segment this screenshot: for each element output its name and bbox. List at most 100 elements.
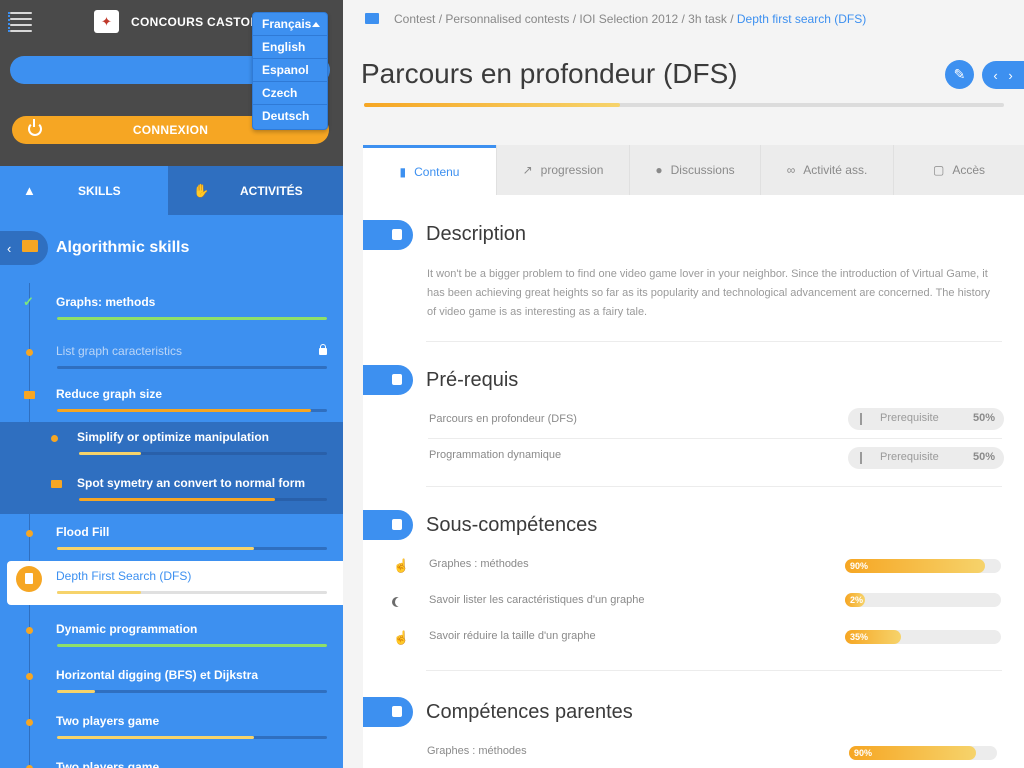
subskill-label[interactable]: Savoir réduire la taille d'un graphe [429,630,596,642]
language-option[interactable]: Espanol [253,59,327,82]
thumbs-up-icon: ☝ [393,630,410,645]
content-card: Description It won't be a bigger problem… [363,195,1024,768]
menu-icon[interactable] [8,10,32,32]
skill-item[interactable]: Flood Fill [0,517,343,563]
parent-label[interactable]: Graphes : méthodes [427,745,527,757]
branch-icon [860,452,862,464]
skill-item-active[interactable]: Depth First Search (DFS) [7,561,343,605]
prev-next-nav[interactable]: ‹ › [982,61,1024,89]
skill-progress [57,736,327,739]
subskill-progress: 35% [845,630,1001,644]
language-option[interactable]: Deutsch [253,105,327,128]
subskill-label[interactable]: Savoir lister les caractéristiques d'un … [429,594,644,606]
content-tabs: ▮ Contenu ↗ progression ● Discussions ∞ Acti… [363,145,1024,195]
book-icon: ▮ [399,164,407,179]
page-title: Parcours en profondeur (DFS) [361,58,738,89]
section-tag [363,220,413,250]
document-icon [16,566,42,592]
section-title: Pré-requis [426,369,519,391]
language-option[interactable]: English [253,36,327,59]
skill-list-title: Algorithmic skills [56,239,190,256]
skill-progress [57,690,327,693]
tab-label: progression [540,163,604,177]
skill-item[interactable]: Spot symetry an convert to normal form [0,468,343,514]
dot-icon [51,435,58,442]
tab-acces[interactable]: ▢ Accès [893,145,1024,195]
thumbs-up-icon: ☝ [393,558,410,573]
skill-progress [79,498,327,501]
chevron-right-icon[interactable]: › [1008,68,1012,83]
skill-label: Graphs: methods [56,295,156,309]
skill-item[interactable]: ✓ Graphs: methods [0,287,343,333]
divider [426,341,1002,342]
subskill-value: 35% [850,632,869,642]
prereq-label[interactable]: Programmation dynamique [429,449,561,461]
tab-activities[interactable]: ✋ ACTIVITÉS [168,166,343,215]
section-title: Sous-compétences [426,514,598,536]
skill-item[interactable]: Dynamic programmation [0,614,343,660]
dot-icon [26,673,33,680]
prereq-value: 50% [972,412,995,424]
book-icon [392,229,402,240]
skill-item[interactable]: Two players game [0,706,343,752]
main-content: Contest / Personnalised contests / IOI S… [343,0,1024,768]
language-dropdown[interactable]: Français English Espanol Czech Deutsch [252,12,328,130]
tab-contenu[interactable]: ▮ Contenu [363,145,496,195]
tab-discussions[interactable]: ● Discussions [629,145,760,195]
skill-item[interactable]: Horizontal digging (BFS) et Dijkstra [0,660,343,706]
tab-progression[interactable]: ↗ progression [496,145,629,195]
hand-icon: ✋ [193,182,210,198]
folder-icon [365,13,379,24]
dot-icon [26,627,33,634]
breadcrumb-current[interactable]: Depth first search (DFS) [737,12,866,26]
parent-value: 90% [854,748,873,758]
section-tag [363,365,413,395]
divider [426,670,1002,671]
moon-icon [395,597,405,607]
edit-button[interactable]: ✎ [945,60,974,89]
comment-icon: ● [655,163,663,177]
unlock-icon: ▢ [932,163,945,177]
tab-skills[interactable]: ▲ SKILLS [0,166,168,215]
skill-progress [57,366,327,369]
breadcrumb-path[interactable]: Contest / Personnalised contests / IOI S… [394,12,737,26]
chevron-left-icon[interactable]: ‹ [993,68,997,83]
subskill-progress: 90% [845,559,1001,573]
chart-line-icon: ↗ [522,163,533,177]
brand-name: CONCOURS CASTOR [131,15,260,29]
folder-icon [51,480,62,488]
skill-progress [57,547,327,550]
skill-progress [57,591,327,594]
dot-icon [26,530,33,537]
prereq-tag: Prerequisite [880,451,939,463]
subskill-label[interactable]: Graphes : méthodes [429,558,529,570]
skill-item[interactable]: List graph caracteristics [0,336,343,382]
link-icon: ∞ [786,163,796,177]
skill-item[interactable]: Reduce graph size [0,379,343,425]
tab-skills-label: SKILLS [78,183,121,198]
graduation-cap-icon: ▲ [23,183,36,198]
dot-icon [26,349,33,356]
skill-progress [79,452,327,455]
folder-open-icon [22,240,38,252]
back-button[interactable]: ‹ [0,231,48,265]
skill-progress [57,644,327,647]
castor-logo: ✦ [94,10,119,33]
tab-activites[interactable]: ∞ Activité ass. [760,145,893,195]
pencil-icon: ✎ [953,66,966,82]
skill-item[interactable]: Simplify or optimize manipulation [0,422,343,468]
skill-label: Depth First Search (DFS) [56,569,192,583]
prereq-label[interactable]: Parcours en profondeur (DFS) [429,413,577,425]
skill-label: Dynamic programmation [56,622,198,636]
tab-label: Accès [952,163,986,177]
skill-list-header: ‹ Algorithmic skills [0,231,343,265]
skill-label: List graph caracteristics [56,344,183,358]
skill-label: Two players game [56,714,160,728]
language-current[interactable]: Français [253,13,327,36]
language-option[interactable]: Czech [253,82,327,105]
skill-item[interactable]: Two players game [0,752,343,768]
section-tag [363,697,413,727]
parent-progress: 90% [849,746,997,760]
power-icon [28,119,42,136]
subskill-progress: 2% [845,593,1001,607]
